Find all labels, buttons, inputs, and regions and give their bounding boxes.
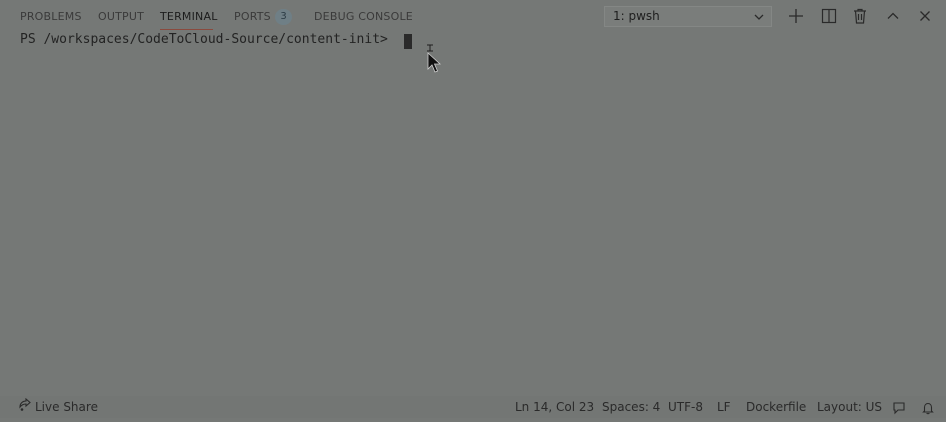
indentation[interactable]: Spaces: 4 — [602, 396, 660, 418]
live-share-icon — [18, 397, 32, 419]
end-of-line[interactable]: LF — [717, 396, 731, 418]
chevron-up-icon[interactable] — [883, 6, 903, 26]
active-tab-underline — [160, 29, 213, 30]
terminal-select-value: 1: pwsh — [613, 9, 660, 23]
ports-count-badge: 3 — [275, 9, 292, 25]
panel-header: PROBLEMS OUTPUT TERMINAL PORTS 3 DEBUG C… — [0, 0, 946, 34]
keyboard-layout[interactable]: Layout: US — [817, 396, 882, 418]
encoding[interactable]: UTF-8 — [668, 396, 703, 418]
plus-icon[interactable] — [786, 6, 806, 26]
bell-icon[interactable] — [921, 400, 935, 415]
terminal-select[interactable]: 1: pwsh — [604, 6, 772, 27]
terminal-prompt[interactable]: PS /workspaces/CodeToCloud-Source/conten… — [20, 32, 396, 48]
tab-ports[interactable]: PORTS — [234, 10, 271, 24]
feedback-icon[interactable] — [892, 400, 906, 415]
tab-terminal[interactable]: TERMINAL — [160, 10, 218, 24]
tab-output[interactable]: OUTPUT — [98, 10, 144, 24]
live-share-label: Live Share — [35, 400, 98, 414]
live-share-button[interactable]: Live Share — [18, 396, 98, 418]
cursor-position[interactable]: Ln 14, Col 23 — [515, 396, 594, 418]
language-mode[interactable]: Dockerfile — [746, 396, 806, 418]
split-icon[interactable] — [819, 6, 839, 26]
tab-debug-console[interactable]: DEBUG CONSOLE — [314, 10, 413, 24]
trash-icon[interactable] — [850, 6, 870, 26]
tab-problems[interactable]: PROBLEMS — [20, 10, 82, 24]
terminal-cursor — [404, 34, 412, 49]
status-bar: Live Share Ln 14, Col 23 Spaces: 4 UTF-8… — [0, 396, 946, 418]
chevron-down-icon — [753, 7, 765, 26]
close-icon[interactable] — [915, 6, 935, 26]
mouse-pointer-icon — [425, 44, 442, 78]
